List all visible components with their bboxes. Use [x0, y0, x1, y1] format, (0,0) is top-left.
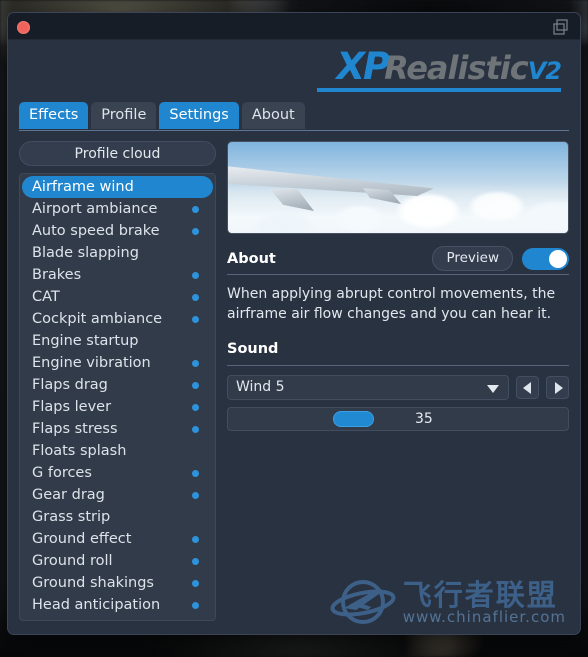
status-dot-icon	[192, 602, 199, 609]
sound-select[interactable]: Wind 5	[227, 374, 509, 400]
main-content: Profile cloud Airframe wind Airport ambi…	[8, 131, 580, 621]
list-item[interactable]: Ground effect	[22, 528, 213, 550]
brand-header: XPRealisticV2	[8, 40, 580, 102]
list-item[interactable]: CAT	[22, 286, 213, 308]
list-item[interactable]: Engine vibration	[22, 352, 213, 374]
effect-label: Floats splash	[32, 443, 127, 459]
effect-list[interactable]: Airframe wind Airport ambiance Auto spee…	[19, 173, 216, 621]
status-dot-icon	[192, 228, 199, 235]
status-dot-icon	[192, 536, 199, 543]
about-description: When applying abrupt control movements, …	[227, 286, 556, 323]
effect-label: Ground shakings	[32, 575, 154, 591]
window-title-bar	[8, 13, 580, 40]
profile-cloud-label: Profile cloud	[74, 145, 161, 162]
profile-cloud-button[interactable]: Profile cloud	[19, 141, 216, 166]
tab-effects[interactable]: Effects	[19, 102, 89, 130]
effect-label: Flaps lever	[32, 399, 112, 415]
status-dot-icon	[192, 360, 199, 367]
list-item[interactable]: Airframe wind	[22, 176, 213, 198]
effect-label: Blade slapping	[32, 245, 139, 261]
list-item[interactable]: G forces	[22, 462, 213, 484]
effect-label: Head anticipation	[32, 597, 161, 613]
sound-selector-row: Wind 5	[227, 374, 569, 400]
sound-title: Sound	[227, 341, 279, 358]
effect-label: Airport ambiance	[32, 201, 158, 217]
status-dot-icon	[192, 382, 199, 389]
status-dot-icon	[192, 426, 199, 433]
brand-underline	[317, 88, 561, 92]
effect-label: Grass strip	[32, 509, 111, 525]
status-dot-icon	[192, 316, 199, 323]
tab-settings[interactable]: Settings	[159, 102, 239, 130]
effects-sidebar: Profile cloud Airframe wind Airport ambi…	[19, 141, 216, 621]
effect-label: CAT	[32, 289, 60, 305]
list-item[interactable]: Engine startup	[22, 330, 213, 352]
effect-label: Flaps drag	[32, 377, 108, 393]
effect-label: Airframe wind	[32, 179, 134, 195]
effect-label: Gear drag	[32, 487, 105, 503]
brand-version: V2	[527, 57, 562, 85]
about-title: About	[227, 250, 276, 267]
list-item[interactable]: Brakes	[22, 264, 213, 286]
tab-profile[interactable]: Profile	[91, 102, 157, 130]
volume-slider-thumb[interactable]	[333, 410, 375, 427]
triangle-right-icon	[555, 381, 563, 394]
effect-label: Cockpit ambiance	[32, 311, 163, 327]
list-item[interactable]: Flaps drag	[22, 374, 213, 396]
brand-xp: XP	[336, 45, 391, 88]
close-dot-icon[interactable]	[17, 21, 30, 34]
effect-label: Engine vibration	[32, 355, 151, 371]
status-dot-icon	[192, 492, 199, 499]
triangle-left-icon	[523, 381, 531, 394]
preview-button[interactable]: Preview	[432, 246, 513, 271]
status-dot-icon	[192, 206, 199, 213]
list-item[interactable]: Gear drag	[22, 484, 213, 506]
list-item[interactable]: Auto speed brake	[22, 220, 213, 242]
status-dot-icon	[192, 470, 199, 477]
list-item[interactable]: Blade slapping	[22, 242, 213, 264]
detail-panel: About Preview When applying abrupt contr…	[227, 141, 569, 621]
about-section-header: About Preview	[227, 246, 569, 275]
list-item[interactable]: Flaps lever	[22, 396, 213, 418]
list-item[interactable]: Grass strip	[22, 506, 213, 528]
toggle-knob	[549, 249, 567, 268]
sound-select-value: Wind 5	[236, 379, 285, 396]
effect-label: Ground effect	[32, 531, 132, 547]
effect-enable-toggle[interactable]	[522, 247, 569, 270]
list-item[interactable]: Ground roll	[22, 550, 213, 572]
chevron-down-icon	[487, 384, 499, 393]
effect-preview-image	[227, 141, 569, 234]
status-dot-icon	[192, 580, 199, 587]
volume-slider[interactable]: 35	[227, 406, 569, 431]
list-item[interactable]: Head anticipation	[22, 594, 213, 616]
status-dot-icon	[192, 272, 199, 279]
window-restore-icon[interactable]	[551, 17, 571, 37]
list-item[interactable]: Flaps stress	[22, 418, 213, 440]
list-item[interactable]: Floats splash	[22, 440, 213, 462]
effect-label: Flaps stress	[32, 421, 118, 437]
effect-label: Brakes	[32, 267, 82, 283]
brand-logo: XPRealisticV2	[336, 45, 563, 88]
list-item[interactable]: Airport ambiance	[22, 198, 213, 220]
tab-about[interactable]: About	[241, 102, 305, 130]
effect-label: Engine startup	[32, 333, 139, 349]
status-dot-icon	[192, 558, 199, 565]
volume-value: 35	[415, 410, 433, 427]
effect-label: Ground roll	[32, 553, 113, 569]
status-dot-icon	[192, 404, 199, 411]
effect-label: G forces	[32, 465, 92, 481]
effect-label: Auto speed brake	[32, 223, 160, 239]
tab-bar: Effects Profile Settings About	[19, 102, 569, 131]
sound-next-button[interactable]	[546, 375, 569, 399]
sound-section-header: Sound	[227, 339, 569, 366]
xprealistic-window: XPRealisticV2 Effects Profile Settings Abou…	[7, 12, 581, 635]
list-item[interactable]: Cockpit ambiance	[22, 308, 213, 330]
list-item[interactable]: Ground shakings	[22, 572, 213, 594]
sound-prev-button[interactable]	[516, 375, 539, 399]
status-dot-icon	[192, 294, 199, 301]
brand-realistic: Realistic	[384, 49, 529, 87]
